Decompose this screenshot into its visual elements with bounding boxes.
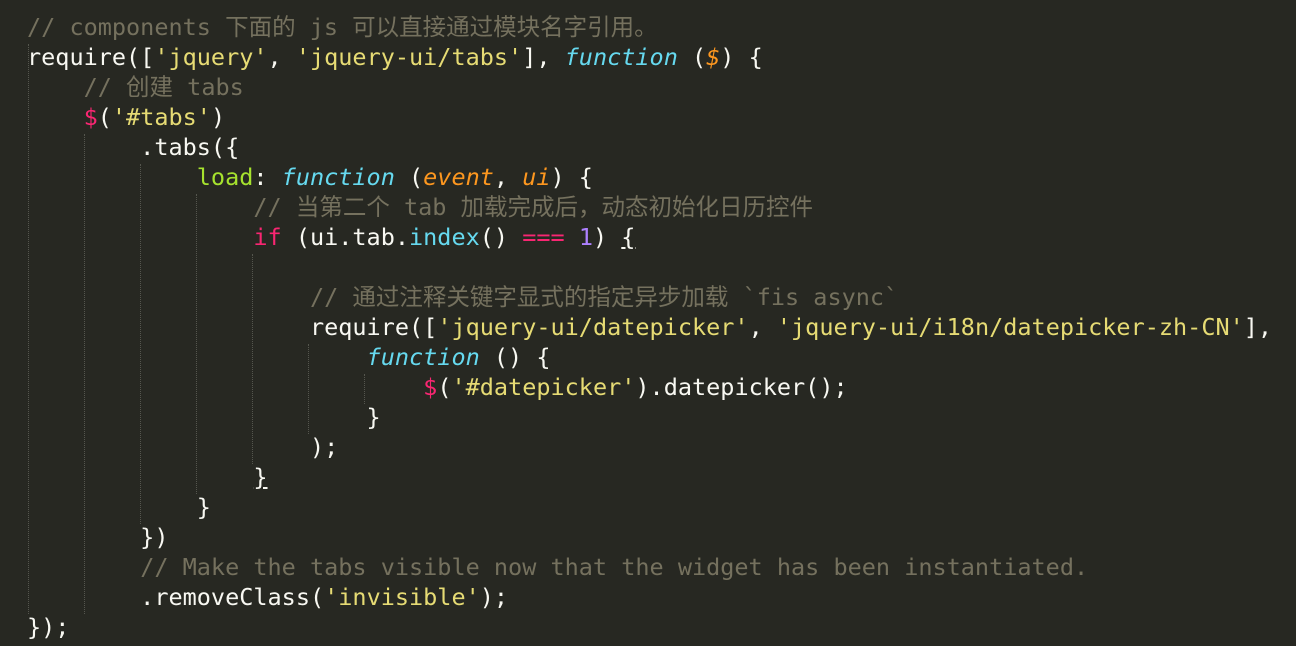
code-token: require([	[27, 43, 155, 71]
code-token: )	[210, 103, 226, 131]
code-line[interactable]: // 当第二个 tab 加载完成后，动态初始化日历控件	[27, 192, 813, 222]
code-token: if	[253, 223, 282, 251]
code-token: ).datepicker();	[635, 373, 848, 401]
code-line[interactable]: // Make the tabs visible now that the wi…	[27, 552, 1088, 582]
code-token: // 创建 tabs	[83, 73, 244, 101]
code-token: ],	[522, 43, 565, 71]
code-token: require([	[27, 313, 438, 341]
code-token: '#datepicker'	[451, 373, 636, 401]
code-token: function	[281, 163, 395, 191]
code-token: (	[677, 43, 707, 71]
code-token: );	[479, 583, 509, 611]
code-token: 'invisible'	[324, 583, 480, 611]
code-token: .tabs({	[27, 133, 240, 161]
code-token: () {	[479, 343, 551, 371]
code-token: :	[253, 163, 282, 191]
code-line[interactable]: }	[27, 402, 381, 432]
code-token: index	[409, 223, 480, 251]
code-token: ) {	[720, 43, 763, 71]
code-line[interactable]: $('#datepicker').datepicker();	[27, 372, 848, 402]
code-token: // components 下面的 js 可以直接通过模块名字引用。	[27, 13, 658, 41]
code-line[interactable]: // 创建 tabs	[27, 72, 244, 102]
code-token: // 当第二个 tab 加载完成后，动态初始化日历控件	[253, 193, 814, 221]
code-token: (	[97, 103, 112, 131]
code-line[interactable]: function () {	[27, 342, 551, 372]
code-token: }	[27, 403, 381, 431]
code-token: 'jquery'	[154, 43, 268, 71]
code-token: $	[423, 373, 438, 401]
code-line[interactable]: // 通过注释关键字显式的指定异步加载 `fis async`	[27, 282, 898, 312]
code-token: ) {	[550, 163, 593, 191]
code-line[interactable]: if (ui.tab.index() === 1) {	[27, 222, 635, 252]
code-line[interactable]: load: function (event, ui) {	[27, 162, 593, 192]
code-token: event	[423, 163, 494, 191]
code-token: })	[27, 523, 169, 551]
code-token: );	[27, 433, 339, 461]
code-token: }	[27, 493, 211, 521]
code-token: '#tabs'	[111, 103, 211, 131]
code-token: }	[253, 463, 268, 491]
code-token: (	[437, 373, 452, 401]
code-token: (	[394, 163, 424, 191]
code-line[interactable]: );	[27, 432, 338, 462]
code-line[interactable]: }	[27, 462, 268, 492]
code-token: ()	[479, 223, 523, 251]
code-token: 'jquery-ui/tabs'	[295, 43, 523, 71]
code-editor[interactable]: // components 下面的 js 可以直接通过模块名字引用。 requir…	[0, 0, 1296, 646]
code-token: ,	[267, 43, 296, 71]
code-token: ,	[493, 163, 523, 191]
code-token: $	[706, 43, 721, 71]
code-token: )	[592, 223, 622, 251]
code-token: ui	[522, 163, 551, 191]
code-line[interactable]: })	[27, 522, 168, 552]
code-token: 1	[578, 223, 593, 251]
code-line[interactable]: .removeClass('invisible');	[27, 582, 508, 612]
code-token: function	[564, 43, 678, 71]
code-line[interactable]: require(['jquery', 'jquery-ui/tabs'], fu…	[27, 42, 763, 72]
code-token: {	[621, 223, 636, 251]
code-token: $	[83, 103, 98, 131]
code-line[interactable]: });	[27, 612, 69, 642]
code-token: // Make the tabs visible now that the wi…	[140, 553, 1089, 581]
code-token: ],	[1243, 313, 1273, 341]
code-token: 'jquery-ui/i18n/datepicker-zh-CN'	[776, 313, 1244, 341]
code-line[interactable]: $('#tabs')	[27, 102, 226, 132]
code-token: ===	[522, 223, 565, 251]
code-token: (ui.tab.	[281, 223, 410, 251]
code-line[interactable]: require(['jquery-ui/datepicker', 'jquery…	[27, 312, 1272, 342]
code-token: ,	[748, 313, 777, 341]
code-token: 'jquery-ui/datepicker'	[437, 313, 749, 341]
code-token: load	[196, 163, 254, 191]
code-line[interactable]: }	[27, 492, 211, 522]
code-token: .removeClass(	[27, 583, 325, 611]
code-token: });	[27, 613, 70, 641]
code-line[interactable]: // components 下面的 js 可以直接通过模块名字引用。	[27, 12, 658, 42]
code-token: // 通过注释关键字显式的指定异步加载 `fis async`	[309, 283, 899, 311]
code-line[interactable]: .tabs({	[27, 132, 239, 162]
code-token: function	[366, 343, 480, 371]
